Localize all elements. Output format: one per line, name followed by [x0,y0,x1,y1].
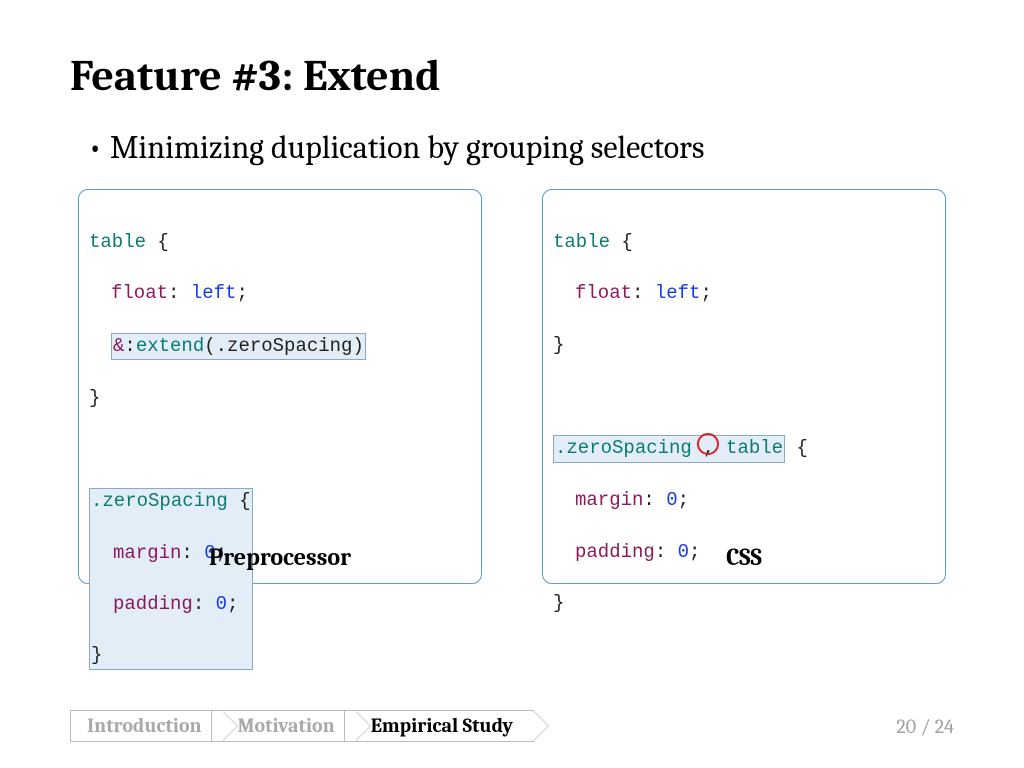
code-token: 0 [216,593,227,615]
code-token: } [89,387,100,409]
code-token: float [111,282,168,304]
code-token: .zeroSpacing [216,335,353,357]
slide-title: Feature #3: Extend [70,50,954,101]
code-token: , [703,437,714,459]
breadcrumb-introduction[interactable]: Introduction [70,710,223,742]
css-panel: table { float: left; } .zeroSpacing , ta… [542,189,946,584]
page-number: 20 / 24 [896,715,954,738]
preprocessor-code: table { float: left; &:extend(.zeroSpaci… [89,204,471,695]
code-panels: table { float: left; &:extend(.zeroSpaci… [70,189,954,584]
code-token: : [643,489,666,511]
code-token: } [91,644,102,666]
bullet-text: Minimizing duplication by grouping selec… [88,129,954,167]
css-label: CSS [543,543,945,571]
code-token: padding [113,593,193,615]
code-token: } [553,592,564,614]
preprocessor-label: Preprocessor [79,543,481,571]
breadcrumb-empirical-study[interactable]: Empirical Study [344,710,534,742]
code-token: } [553,334,564,356]
code-token: ; [227,593,238,615]
grouped-selector-highlight: .zeroSpacing , table [553,435,785,463]
code-token: { [146,231,169,253]
code-token: left [191,282,237,304]
code-token: 0 [666,489,677,511]
css-code: table { float: left; } .zeroSpacing , ta… [553,204,935,668]
code-token: ( [204,335,215,357]
code-token: ) [352,335,363,357]
comma-circle: , [703,436,714,462]
code-token: ; [678,489,689,511]
code-token: : [632,282,655,304]
code-token: ; [700,282,711,304]
code-token: margin [575,489,643,511]
footer: Introduction Motivation Empirical Study … [70,710,954,742]
code-token: left [655,282,701,304]
code-token: { [228,490,251,512]
code-token: : [168,282,191,304]
code-token: { [785,437,808,459]
code-token: float [575,282,632,304]
code-token: { [610,231,633,253]
code-token: table [553,231,610,253]
breadcrumb: Introduction Motivation Empirical Study [70,710,534,742]
code-token: .zeroSpacing [91,490,228,512]
code-token: extend [136,335,204,357]
zerospacing-highlight: .zeroSpacing { margin: 0; padding: 0; } [89,488,253,669]
extend-highlight: &:extend(.zeroSpacing) [111,333,366,361]
code-token: table [715,437,783,459]
code-token: & [113,335,124,357]
code-token: : [193,593,216,615]
code-token: table [89,231,146,253]
code-token: : [124,335,135,357]
preprocessor-panel: table { float: left; &:extend(.zeroSpaci… [78,189,482,584]
code-token: ; [236,282,247,304]
code-token: .zeroSpacing [555,437,703,459]
